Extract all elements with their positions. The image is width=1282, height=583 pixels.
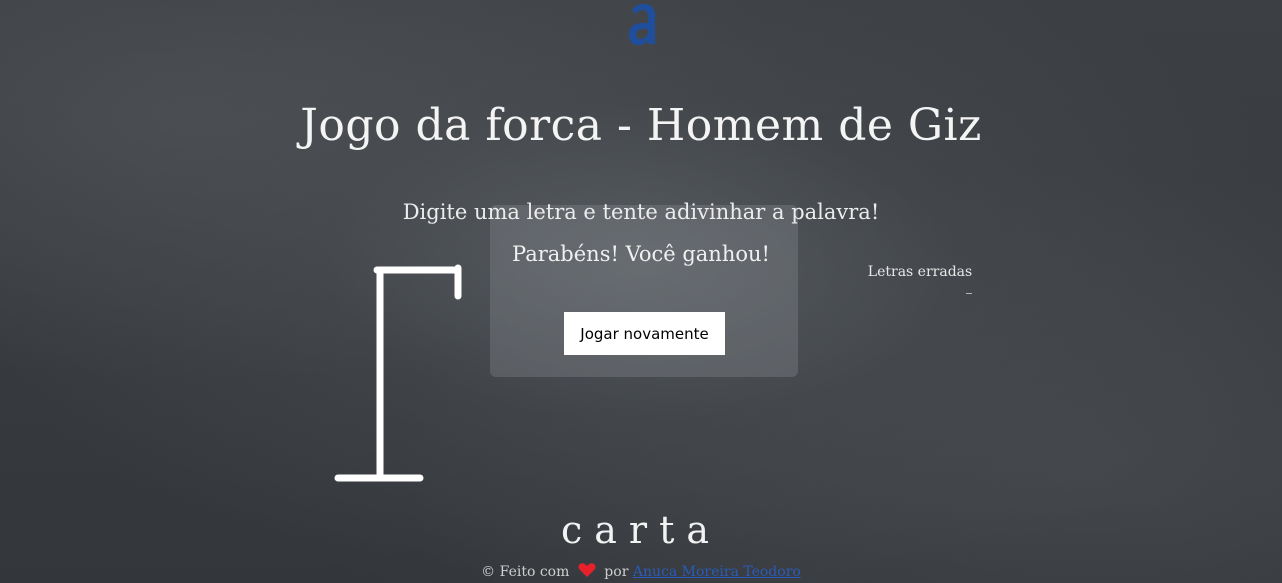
result-message: Parabéns! Você ganhou! [512,242,770,266]
footer-by-label: por [604,564,629,580]
page-title: Jogo da forca - Homem de Giz [300,100,982,151]
play-again-button[interactable]: Jogar novamente [564,312,725,355]
gallows-drawing [334,264,462,482]
wrong-letters-list [966,293,972,294]
heart-icon [578,563,596,577]
logo-shape [629,4,655,46]
instruction-text: Digite uma letra e tente adivinhar a pal… [402,200,880,224]
wrong-letters-label: Letras erradas [867,264,973,280]
author-link[interactable]: Anuca Moreira Teodoro [633,564,801,580]
app-logo-icon [629,4,655,46]
brand-logo: carta [560,508,722,552]
footer: © Feito com por Anuca Moreira Teodoro [0,562,1282,580]
footer-made-with: © Feito com [481,564,570,580]
